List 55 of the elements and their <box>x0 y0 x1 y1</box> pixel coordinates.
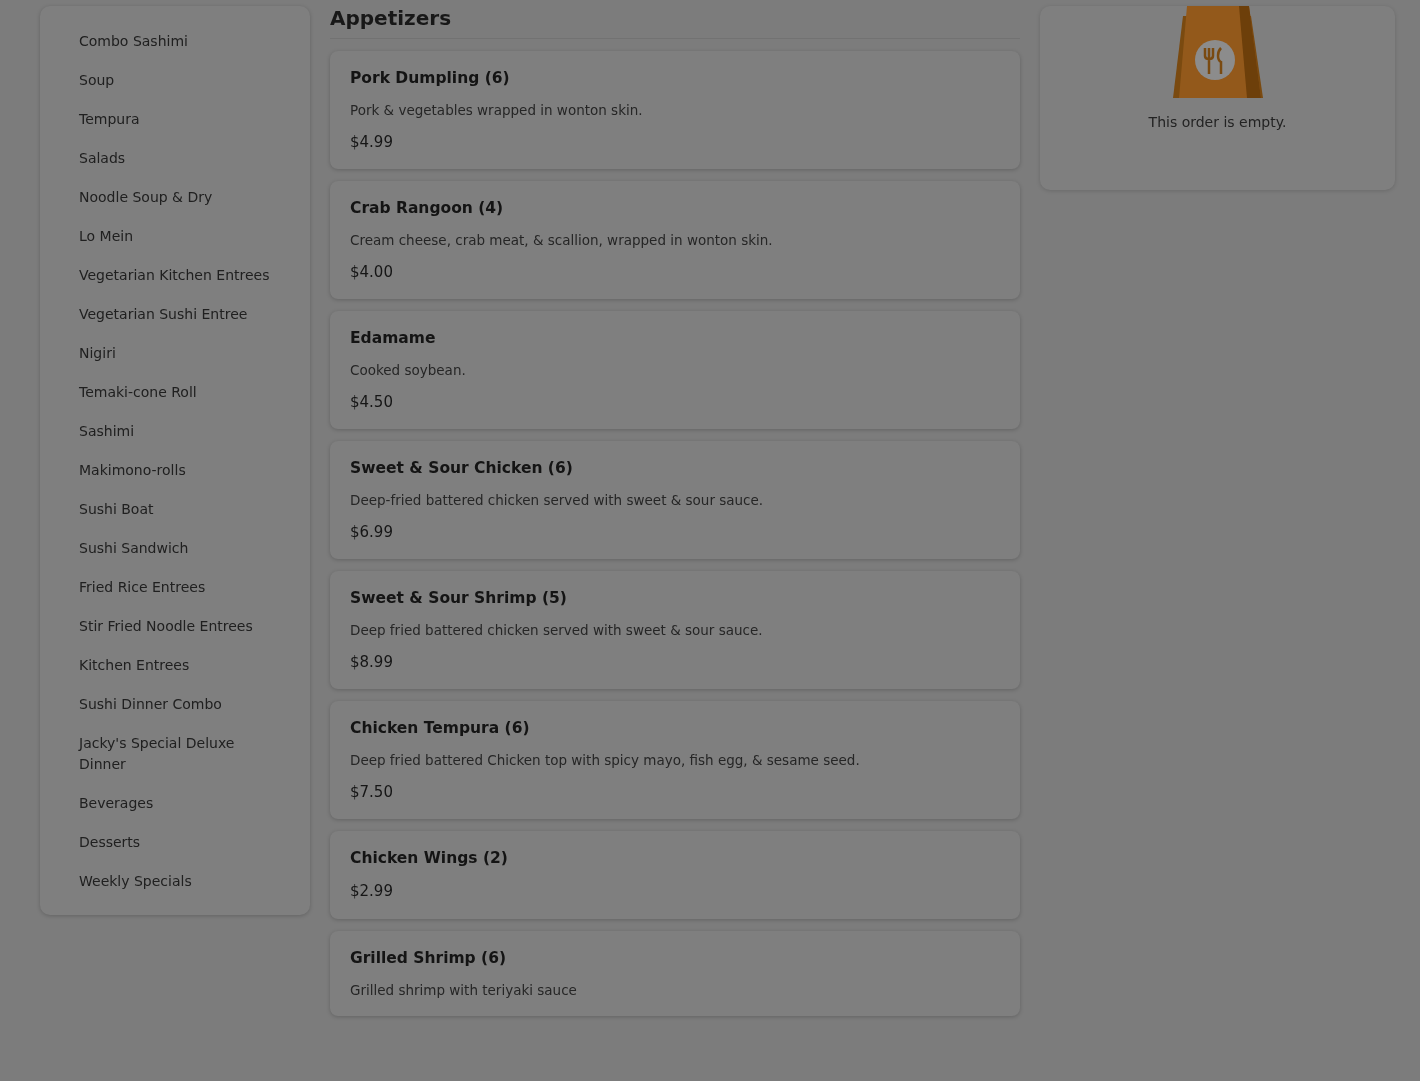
category-link[interactable]: Beverages <box>79 784 280 823</box>
category-link[interactable]: Sushi Sandwich <box>79 529 280 568</box>
item-description: Deep fried battered Chicken top with spicy mayo, fish egg, & sesame seed. <box>350 751 861 771</box>
category-link[interactable]: Kitchen Entrees <box>79 646 280 685</box>
item-description: Pork & vegetables wrapped in wonton skin. <box>350 101 644 121</box>
category-link[interactable]: Nigiri <box>79 334 280 373</box>
menu-item-card[interactable]: Grilled Shrimp (6) Grilled shrimp with teriyaki sauce <box>330 930 1020 1017</box>
item-name: Chicken Tempura (6) <box>350 718 531 739</box>
item-name: Sweet & Sour Chicken (6) <box>350 458 574 479</box>
item-price: $2.99 <box>350 881 394 903</box>
item-name: Grilled Shrimp (6) <box>350 947 508 969</box>
item-price: $7.50 <box>350 781 394 803</box>
category-link[interactable]: Tempura <box>79 100 280 139</box>
category-link[interactable]: Temaki-cone Roll <box>79 373 280 412</box>
bag-icon <box>1172 6 1263 98</box>
category-link[interactable]: Sashimi <box>79 412 280 451</box>
menu-item-card[interactable]: Chicken Wings (2) $2.99 <box>330 831 1020 919</box>
category-link[interactable]: Jacky's Special Deluxe Dinner <box>79 724 280 784</box>
category-link[interactable]: Salads <box>79 139 280 178</box>
menu-item-card[interactable]: Crab Rangoon (4) Cream cheese, crab meat, & scallion, wrapped in wonton skin. $4.00 <box>330 181 1020 299</box>
item-description: Deep fried battered chicken served with sweet & sour sauce. <box>350 621 764 641</box>
category-link[interactable]: Combo Sashimi <box>79 22 280 61</box>
menu-item-card[interactable]: Chicken Tempura (6) Deep fried battered Chicken top with spicy mayo, fish egg, & sesame seed. $7.50 <box>330 701 1020 819</box>
item-description: Deep-fried battered chicken served with sweet & sour sauce. <box>350 491 765 511</box>
item-description: Cooked soybean. <box>350 361 467 381</box>
category-link[interactable]: Weekly Specials <box>79 862 280 901</box>
item-price: $4.99 <box>350 131 394 153</box>
category-link[interactable]: Makimono-rolls <box>79 451 280 490</box>
category-link[interactable]: Vegetarian Sushi Entree <box>79 295 280 334</box>
category-link[interactable]: Sushi Dinner Combo <box>79 685 280 724</box>
category-link[interactable]: Soup <box>79 61 280 100</box>
item-name: Edamame <box>350 328 437 349</box>
category-link[interactable]: Noodle Soup & Dry <box>79 178 280 217</box>
category-link[interactable]: Stir Fried Noodle Entrees <box>79 607 280 646</box>
menu-item-card[interactable]: Pork Dumpling (6) Pork & vegetables wrapped in wonton skin. $4.99 <box>330 51 1020 169</box>
category-link[interactable]: Desserts <box>79 823 280 862</box>
category-link[interactable]: Sushi Boat <box>79 490 280 529</box>
section-title: Appetizers <box>330 6 1020 39</box>
item-name: Chicken Wings (2) <box>350 848 509 869</box>
menu-item-card[interactable]: Sweet & Sour Chicken (6) Deep-fried battered chicken served with sweet & sour sauce. $6.99 <box>330 441 1020 559</box>
item-price: $4.00 <box>350 261 394 283</box>
item-price: $6.99 <box>350 521 394 543</box>
item-name: Sweet & Sour Shrimp (5) <box>350 588 568 609</box>
item-name: Crab Rangoon (4) <box>350 198 505 219</box>
item-name: Pork Dumpling (6) <box>350 68 511 89</box>
menu-item-card[interactable]: Sweet & Sour Shrimp (5) Deep fried battered chicken served with sweet & sour sauce. $8.99 <box>330 571 1020 689</box>
item-description: Cream cheese, crab meat, & scallion, wrapped in wonton skin. <box>350 231 774 251</box>
category-link[interactable]: Lo Mein <box>79 217 280 256</box>
item-description: Grilled shrimp with teriyaki sauce <box>350 981 578 1000</box>
menu-item-card[interactable]: Edamame Cooked soybean. $4.50 <box>330 311 1020 429</box>
item-price: $8.99 <box>350 651 394 673</box>
category-link[interactable]: Fried Rice Entrees <box>79 568 280 607</box>
category-link[interactable]: Vegetarian Kitchen Entrees <box>79 256 280 295</box>
empty-order-message: This order is empty. <box>1148 113 1287 132</box>
item-price: $4.50 <box>350 391 394 413</box>
